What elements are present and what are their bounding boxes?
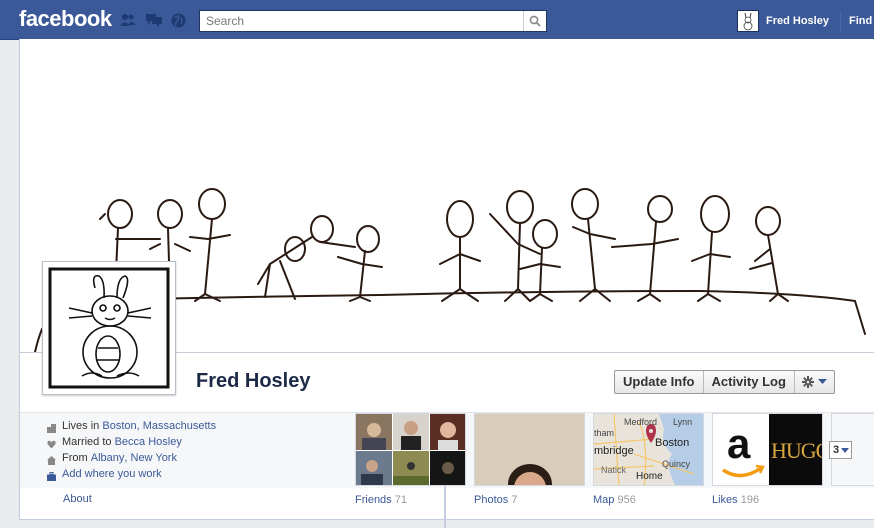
map-place-medford: Medford: [624, 417, 658, 427]
likes-count: 196: [740, 494, 760, 506]
search-input[interactable]: [200, 11, 526, 31]
activity-log-button[interactable]: Activity Log: [704, 371, 795, 393]
messages-icon[interactable]: [146, 13, 162, 27]
friends-count: 71: [394, 494, 407, 506]
timeline: Fred Hosley Update Info Activity Log Liv…: [19, 39, 874, 520]
add-work-link[interactable]: Add where you work: [62, 466, 162, 482]
hometown-separator: ,: [124, 452, 128, 464]
married-prefix: Married to: [62, 436, 112, 448]
hometown-state-link[interactable]: New York: [131, 450, 177, 466]
lives-in-separator: ,: [136, 420, 140, 432]
map-box[interactable]: Medford Lynn Boston mbridge Quincy Natic…: [593, 413, 704, 486]
hometown-city-link[interactable]: Albany: [91, 450, 125, 466]
briefcase-icon: [47, 470, 56, 481]
home-icon: [47, 454, 56, 465]
map-label-text[interactable]: Map: [593, 494, 614, 506]
spouse-link[interactable]: Becca Hosley: [115, 434, 182, 450]
bunny-drawing: [48, 267, 170, 389]
city-icon: [47, 422, 56, 433]
amazon-smile-icon: [722, 464, 765, 478]
map-count: 956: [617, 494, 636, 506]
notifications-globe-icon[interactable]: [171, 13, 187, 28]
about-tab-link[interactable]: About: [63, 493, 92, 505]
gear-icon: [801, 376, 814, 388]
search-button[interactable]: [523, 11, 546, 31]
married-row: Married to Becca Hosley: [47, 434, 216, 450]
find-friends-link[interactable]: Find: [849, 15, 872, 27]
facebook-logo[interactable]: facebook: [19, 6, 112, 32]
photos-label-text[interactable]: Photos: [474, 494, 508, 506]
photos-count: 7: [511, 494, 518, 506]
from-prefix: From: [62, 452, 88, 464]
more-apps-count: 3: [833, 444, 840, 456]
settings-menu-button[interactable]: [795, 371, 834, 393]
friends-label-text[interactable]: Friends: [355, 494, 392, 506]
update-info-button[interactable]: Update Info: [615, 371, 704, 393]
top-navigation-bar: facebook Fred Hosley Find: [0, 0, 874, 40]
search-box: [199, 10, 547, 32]
friend-requests-icon[interactable]: [120, 13, 136, 27]
likes-tile-amazon: a: [713, 414, 768, 485]
search-icon: [529, 15, 541, 27]
likes-label-text[interactable]: Likes: [712, 494, 738, 506]
photo-thumbnail: [475, 414, 584, 485]
lives-in-city-link[interactable]: Boston: [102, 418, 136, 434]
lives-in-row: Lives in Boston, Massachusetts: [47, 418, 216, 434]
about-summary: Lives in Boston, Massachusetts Married t…: [47, 418, 216, 482]
map-place-quincy: Quincy: [662, 459, 691, 469]
timeline-spine: [444, 486, 446, 528]
map-place-cambridge: mbridge: [594, 445, 634, 457]
profile-picture[interactable]: [42, 261, 176, 395]
friends-label[interactable]: Friends 71: [355, 494, 407, 506]
map-place-waltham: tham: [594, 428, 615, 438]
friends-thumbnails: [356, 414, 465, 485]
photos-box[interactable]: [474, 413, 585, 486]
photos-label[interactable]: Photos 7: [474, 494, 517, 506]
chevron-down-icon: [817, 379, 827, 384]
map-place-lynn: Lynn: [673, 417, 693, 427]
profile-actions: Update Info Activity Log: [614, 370, 835, 394]
map-place-natick: Natick: [601, 465, 627, 475]
lives-in-prefix: Lives in: [62, 420, 100, 432]
from-row: From Albany, New York: [47, 450, 216, 466]
profile-name[interactable]: Fred Hosley: [196, 370, 310, 393]
more-apps-button[interactable]: 3: [829, 441, 853, 459]
map-place-boston: Boston: [655, 437, 690, 449]
user-name-link[interactable]: Fred Hosley: [766, 15, 829, 27]
likes-tile-hugo: HUGO: [769, 414, 822, 485]
friends-box[interactable]: [355, 413, 466, 486]
likes-box[interactable]: a HUGO: [712, 413, 823, 486]
chevron-down-icon: [841, 447, 850, 453]
heart-icon: [47, 438, 56, 448]
map-place-home: Home: [636, 471, 663, 482]
topbar-divider: [840, 11, 841, 32]
user-avatar[interactable]: [737, 10, 759, 32]
add-work-row: Add where you work: [47, 466, 216, 482]
hugo-title: HUGO: [771, 438, 822, 463]
map-label[interactable]: Map 956: [593, 494, 636, 506]
lives-in-state-link[interactable]: Massachusetts: [143, 418, 216, 434]
likes-label[interactable]: Likes 196: [712, 494, 759, 506]
